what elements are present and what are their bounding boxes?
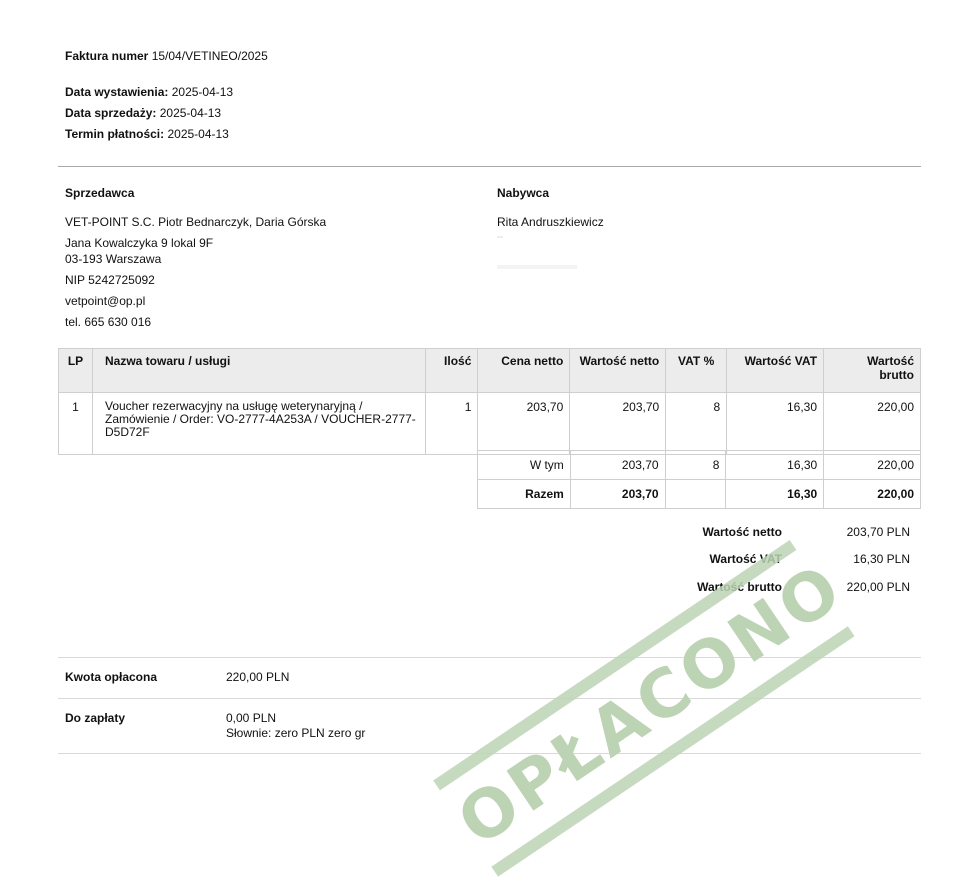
table-row: 1 Voucher rezerwacyjny na usługę weteryn… — [58, 392, 921, 455]
due-label: Do zapłaty — [65, 711, 126, 725]
col-lp: LP — [58, 348, 93, 393]
total-net: 203,70 — [569, 479, 666, 509]
subtotal-vat: 16,30 — [725, 450, 825, 480]
summary-vat-label: Wartość VAT — [709, 552, 782, 566]
invoice-number: 15/04/VETINEO/2025 — [151, 49, 268, 63]
row-lp: 1 — [58, 392, 93, 455]
total-label: Razem — [477, 479, 571, 509]
items-table: LP Nazwa towaru / usługi Ilość Cena nett… — [58, 348, 921, 455]
buyer-heading: Nabywca — [497, 186, 550, 200]
summary-gross-label: Wartość brutto — [697, 580, 782, 594]
col-gross-value: Wartość brutto — [823, 348, 921, 393]
buyer-redacted-line — [497, 236, 503, 238]
summary-net-label: Wartość netto — [702, 525, 782, 539]
due-value: 0,00 PLN — [226, 711, 277, 725]
invoice-number-label: Faktura numer — [65, 49, 149, 63]
due-date-label: Termin płatności: — [65, 127, 165, 141]
subtotal-vat-pct: 8 — [664, 450, 727, 480]
seller-heading: Sprzedawca — [65, 186, 135, 200]
issue-date-label: Data wystawienia: — [65, 85, 169, 99]
paid-label: Kwota opłacona — [65, 670, 158, 684]
col-vat-pct: VAT % — [665, 348, 728, 393]
row-name: Voucher rezerwacyjny na usługę weterynar… — [91, 392, 427, 455]
col-net-price: Cena netto — [477, 348, 571, 393]
row-qty: 1 — [425, 392, 479, 455]
sale-date: 2025-04-13 — [159, 106, 222, 120]
stamp-text: OPŁACONO — [444, 547, 858, 861]
subtotal-net: 203,70 — [569, 450, 666, 480]
header-divider — [58, 166, 921, 167]
row-net-value: 203,70 — [569, 392, 667, 455]
seller-street: Jana Kowalczyka 9 lokal 9F — [65, 236, 214, 250]
issue-date: 2025-04-13 — [171, 85, 234, 99]
invoice-title: Faktura numer 15/04/VETINEO/2025 — [65, 49, 268, 63]
row-vat-value: 16,30 — [726, 392, 825, 455]
stamp-bar-bottom — [491, 626, 855, 877]
buyer-name: Rita Andruszkiewicz — [497, 215, 604, 229]
issue-date-row: Data wystawienia: 2025-04-13 — [65, 85, 233, 99]
col-name: Nazwa towaru / usługi — [91, 348, 427, 393]
row-vat-pct: 8 — [665, 392, 728, 455]
seller-name: VET-POINT S.C. Piotr Bednarczyk, Daria G… — [65, 215, 327, 229]
row-net-price: 203,70 — [477, 392, 571, 455]
row-gross-value: 220,00 — [823, 392, 921, 455]
summary-vat-value: 16,30 PLN — [853, 552, 910, 566]
due-date: 2025-04-13 — [167, 127, 229, 141]
payment-divider-mid — [58, 698, 921, 699]
seller-email: vetpoint@op.pl — [65, 294, 146, 308]
buyer-redacted-line — [497, 265, 577, 269]
seller-nip: NIP 5242725092 — [65, 273, 155, 287]
total-vat-pct — [664, 479, 727, 509]
summary-net-value: 203,70 PLN — [846, 525, 910, 539]
total-vat: 16,30 — [725, 479, 825, 509]
payment-divider-top — [58, 657, 921, 658]
subtotal-row: W tym 203,70 8 16,30 220,00 — [477, 450, 921, 480]
payment-divider-bottom — [58, 753, 921, 754]
sale-date-row: Data sprzedaży: 2025-04-13 — [65, 106, 221, 120]
due-date-row: Termin płatności: 2025-04-13 — [65, 127, 229, 141]
total-row: Razem 203,70 16,30 220,00 — [477, 479, 921, 509]
seller-city: 03-193 Warszawa — [65, 252, 162, 266]
total-gross: 220,00 — [823, 479, 921, 509]
col-qty: Ilość — [425, 348, 479, 393]
col-net-value: Wartość netto — [569, 348, 667, 393]
sale-date-label: Data sprzedaży: — [65, 106, 157, 120]
seller-phone: tel. 665 630 016 — [65, 315, 152, 329]
totals-table: W tym 203,70 8 16,30 220,00 Razem 203,70… — [477, 450, 921, 509]
due-words: Słownie: zero PLN zero gr — [226, 726, 366, 740]
col-vat-value: Wartość VAT — [726, 348, 825, 393]
subtotal-label: W tym — [477, 450, 571, 480]
table-header-row: LP Nazwa towaru / usługi Ilość Cena nett… — [58, 348, 921, 393]
subtotal-gross: 220,00 — [823, 450, 921, 480]
summary-gross-value: 220,00 PLN — [846, 580, 910, 594]
paid-value: 220,00 PLN — [226, 670, 290, 684]
